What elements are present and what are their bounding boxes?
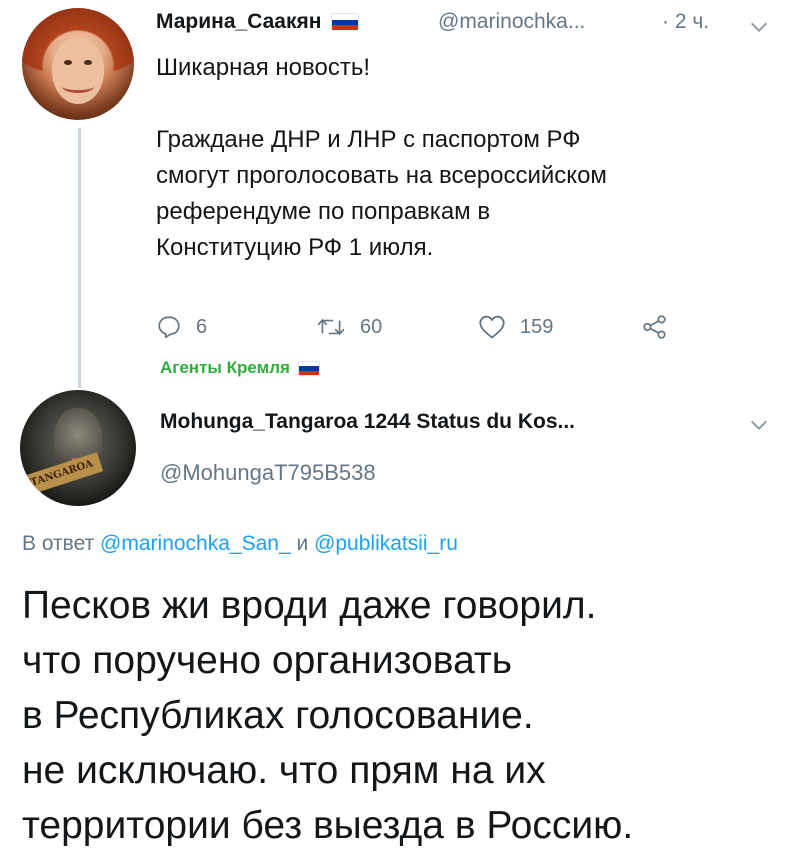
time-separator: · [662,10,669,33]
tweet2-handle[interactable]: @MohungaT795B538 [160,460,376,486]
retweet-icon [317,318,345,336]
retweet-count: 60 [360,315,383,338]
flag-russia-icon [331,13,360,32]
avatar-face [52,38,104,104]
share-button[interactable] [642,310,682,344]
reply-button[interactable]: 6 [156,310,207,344]
avatar-eye [84,60,92,65]
tweet-text-line: не исключаю. что прям на их [22,749,546,792]
avatar-eye [64,60,72,65]
tweet-text-line: Граждане ДНР и ЛНР с паспортом РФ [156,126,581,153]
tweet-text-line: референдуме по поправкам в [156,198,491,225]
author-avatar[interactable] [22,8,134,120]
heart-icon [479,315,505,339]
tweet-text-line: смогут проголосовать на всероссийском [156,162,607,189]
reply-conjunction: и [296,532,309,555]
list-label[interactable]: Агенты Кремля [160,358,320,378]
mention-link[interactable]: @publikatsii_ru [314,532,458,555]
tweet2-body: Песков жи вроди даже говорил. что поруче… [22,578,792,853]
reply-context: В ответ @marinochka_San_ и @publikatsii_… [22,532,458,556]
reply-icon [158,316,180,339]
tweet2-author-name[interactable]: Mohunga_Tangaroa 1244 Status du Kos... [160,410,575,434]
retweet-button[interactable]: 60 [316,310,382,344]
tweet-text-line: Конституцию РФ 1 июля. [156,234,434,261]
share-icon [643,315,666,339]
tweet-text-line: Шикарная новость! [156,54,370,81]
author-name[interactable]: Марина_Саакян [156,10,321,33]
tweet-text-line: Песков жи вроди даже говорил. [22,584,597,627]
mention-link[interactable]: @marinochka_San_ [100,532,291,555]
tweet-text-line: территории без выезда в Россию. [22,804,634,847]
author-handle[interactable]: @marinochka... [438,10,585,33]
tweet1-body: Шикарная новость! Граждане ДНР и ЛНР с п… [156,50,766,266]
time-value[interactable]: 2 ч. [675,10,709,33]
tweet1-author[interactable]: Марина_Саакян [156,10,360,34]
chevron-down-icon[interactable] [748,414,770,436]
like-count: 159 [520,315,554,338]
tweet1-action-bar: 6 60 159 [156,310,716,344]
reply-prefix: В ответ [22,532,95,555]
chevron-down-icon[interactable] [748,16,770,38]
like-button[interactable]: 159 [478,310,553,344]
author-avatar[interactable]: TANGAROA [20,390,136,506]
tweet-text-line: что поручено организовать [22,639,513,682]
reply-count: 6 [196,315,208,338]
thread-connector-line [78,128,81,388]
tweet1-timestamp[interactable]: · 2 ч. [662,10,709,34]
tweet1-handle[interactable]: @marinochka... [438,10,585,34]
avatar-smile [62,80,94,93]
list-label-text[interactable]: Агенты Кремля [160,358,290,377]
flag-russia-icon [297,361,320,377]
tweet-text-line: в Республиках голосование. [22,694,534,737]
